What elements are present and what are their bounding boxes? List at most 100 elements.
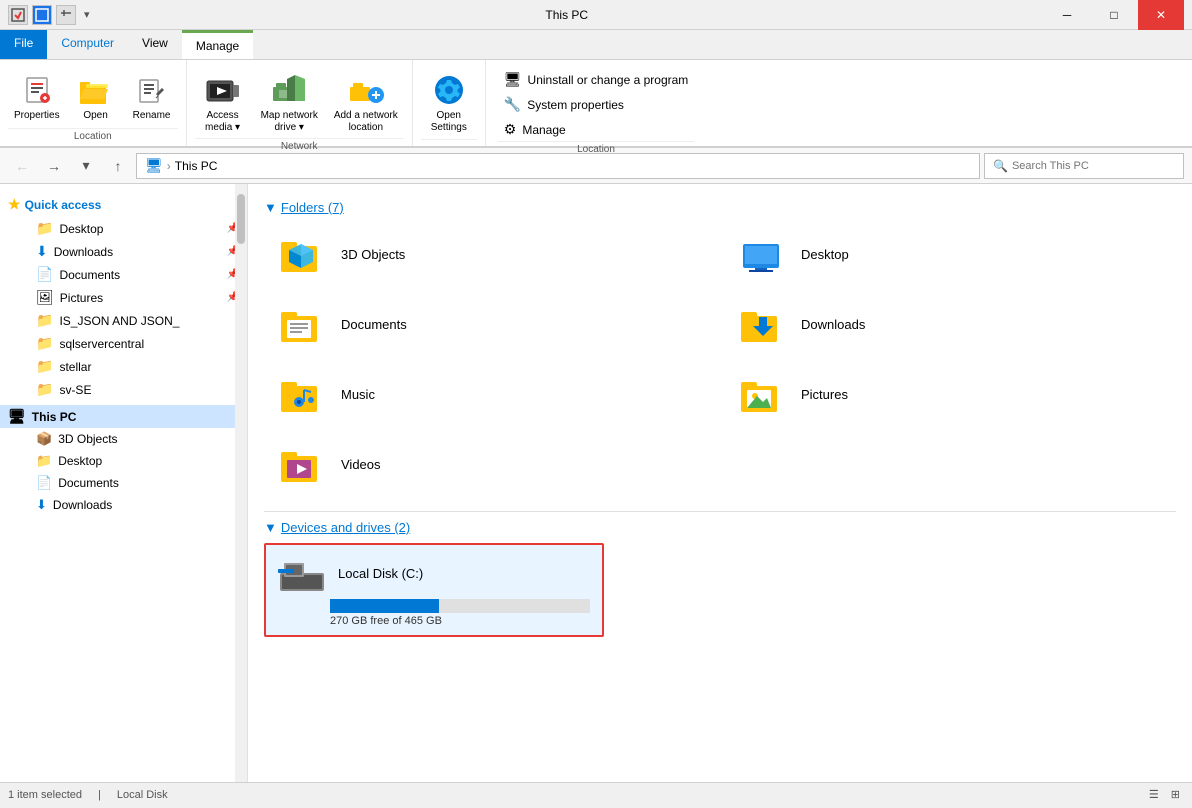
drive-c[interactable]: Local Disk (C:) 270 GB free of 465 GB (264, 543, 604, 637)
quick-access-toolbar-icon2[interactable] (32, 5, 52, 25)
isjson-folder-icon: 📁 (36, 312, 53, 329)
add-network-location-button[interactable]: Add a networklocation (328, 68, 404, 138)
rename-button[interactable]: Rename (126, 68, 178, 125)
details-view-button[interactable]: ☰ (1145, 786, 1163, 803)
open-settings-button[interactable]: OpenSettings (421, 68, 477, 138)
large-icons-button[interactable]: ⊞ (1167, 786, 1184, 803)
3d-label: 3D Objects (58, 432, 117, 446)
folder-downloads[interactable]: Downloads (724, 293, 1176, 355)
uninstall-button[interactable]: 🖥 Uninstall or change a program (498, 68, 695, 91)
folder-videos[interactable]: Videos (264, 433, 716, 495)
system-properties-button[interactable]: 🔧 System properties (498, 93, 695, 116)
folder-documents[interactable]: Documents (264, 293, 716, 355)
sqlserver-folder-icon: 📁 (36, 335, 53, 352)
drive-bar-container (330, 599, 590, 613)
close-button[interactable]: ✕ (1138, 0, 1184, 30)
sidebar-item-sqlserver[interactable]: 📁 sqlservercentral (0, 332, 247, 355)
downloads-quick-label: Downloads (54, 245, 113, 259)
access-media-button[interactable]: Accessmedia ▾ (195, 68, 251, 138)
network-group-label: Network (195, 138, 404, 152)
recent-locations-button[interactable]: ▾ (72, 152, 100, 180)
drive-c-name: Local Disk (C:) (338, 566, 423, 581)
folder-3d-objects[interactable]: 3D Objects (264, 223, 716, 285)
search-box[interactable]: 🔍 (984, 153, 1184, 179)
up-button[interactable]: ↑ (104, 152, 132, 180)
documents-label: Documents (341, 317, 407, 332)
videos-label: Videos (341, 457, 381, 472)
drive-size-label: 270 GB free of 465 GB (330, 615, 590, 627)
properties-button[interactable]: Properties (8, 68, 66, 125)
ribbon-group-settings: OpenSettings (413, 60, 486, 146)
manage-button[interactable]: ⚙ Manage (498, 118, 695, 141)
status-item-info: | (98, 789, 101, 801)
sidebar-item-isjson[interactable]: 📁 IS_JSON AND JSON_ (0, 309, 247, 332)
drive-c-icon (278, 553, 326, 593)
ribbon-group-location-items: Properties Open (8, 64, 178, 128)
sidebar-item-documents-quick[interactable]: 📄 Documents 📌 (0, 263, 247, 286)
location-group-label: Location (8, 128, 178, 142)
open-icon (78, 72, 114, 108)
add-network-icon (348, 72, 384, 108)
folders-section-header[interactable]: ▼ Folders (7) (264, 200, 1176, 215)
tab-file[interactable]: File (0, 30, 47, 59)
map-network-label: Map networkdrive ▾ (261, 110, 318, 134)
ribbon-group-location: Properties Open (0, 60, 187, 146)
desktop-folder-icon: 📁 (36, 220, 53, 237)
customize-arrow[interactable]: ▾ (84, 8, 90, 21)
sidebar-item-desktop-quick[interactable]: 📁 Desktop 📌 (0, 217, 247, 240)
back-button[interactable]: ← (8, 152, 36, 180)
forward-button[interactable]: → (40, 152, 68, 180)
ribbon-group-network-items: Accessmedia ▾ Map networkdrive ▾ (195, 64, 404, 138)
map-network-drive-button[interactable]: Map networkdrive ▾ (255, 68, 324, 138)
sidebar-item-stellar[interactable]: 📁 stellar (0, 355, 247, 378)
music-label: Music (341, 387, 375, 402)
documents-pc-label: Documents (58, 476, 119, 490)
uninstall-icon: 🖥 (504, 71, 522, 88)
stellar-folder-icon: 📁 (36, 358, 53, 375)
sidebar-downloads-pc[interactable]: ⬇ Downloads (0, 494, 247, 516)
sidebar-3d-objects[interactable]: 📦 3D Objects (0, 428, 247, 450)
sidebar-scrollbar[interactable] (235, 184, 247, 782)
settings-label: OpenSettings (431, 110, 467, 134)
sidebar-desktop-pc[interactable]: 📁 Desktop (0, 450, 247, 472)
minimize-button[interactable]: ─ (1044, 0, 1090, 30)
open-button[interactable]: Open (70, 68, 122, 125)
pictures-quick-label: Pictures (60, 291, 103, 305)
sidebar-documents-pc[interactable]: 📄 Documents (0, 472, 247, 494)
this-pc-label: This PC (32, 410, 77, 424)
devices-section-header[interactable]: ▼ Devices and drives (2) (264, 520, 1176, 535)
manage-label: Manage (522, 123, 565, 137)
open-label: Open (83, 110, 107, 121)
sidebar-item-downloads-quick[interactable]: ⬇ Downloads 📌 (0, 240, 247, 263)
quick-access-toolbar-icon1[interactable] (8, 5, 28, 25)
sidebar-item-svse[interactable]: 📁 sv-SE (0, 378, 247, 401)
tab-computer[interactable]: Computer (47, 30, 128, 59)
folder-grid: 3D Objects Desktop (264, 223, 1176, 495)
folder-desktop[interactable]: Desktop (724, 223, 1176, 285)
quick-access-label: Quick access (25, 198, 102, 212)
documents-quick-label: Documents (59, 268, 120, 282)
status-bar: 1 item selected | Local Disk ☰ ⊞ (0, 782, 1192, 806)
quick-access-header[interactable]: ★ Quick access (0, 192, 247, 217)
sidebar-this-pc-item[interactable]: 🖥 This PC (0, 405, 247, 428)
properties-label: Properties (14, 110, 60, 121)
search-input[interactable] (1012, 160, 1175, 172)
ribbon-tab-row: File Computer View Manage (0, 30, 1192, 60)
sidebar-this-pc: 🖥 This PC 📦 3D Objects 📁 Desktop 📄 Docum… (0, 405, 247, 516)
folder-pictures[interactable]: Pictures (724, 363, 1176, 425)
desktop-quick-label: Desktop (59, 222, 103, 236)
folder-music[interactable]: Music (264, 363, 716, 425)
address-path[interactable]: 🖥 › This PC (136, 153, 980, 179)
sidebar-item-pictures-quick[interactable]: 🖼 Pictures 📌 (0, 286, 247, 309)
system-group-items: 🖥 Uninstall or change a program 🔧 System… (498, 64, 695, 141)
status-item-count: 1 item selected (8, 789, 82, 801)
stellar-label: stellar (59, 360, 91, 374)
3d-objects-icon (277, 232, 329, 276)
maximize-button[interactable]: □ (1091, 0, 1137, 30)
music-icon (277, 372, 329, 416)
window-controls: ─ □ ✕ (1044, 0, 1184, 30)
rename-label: Rename (133, 110, 171, 121)
quick-access-toolbar-icon3[interactable] (56, 5, 76, 25)
tab-view[interactable]: View (128, 30, 182, 59)
tab-manage[interactable]: Manage (182, 30, 253, 59)
